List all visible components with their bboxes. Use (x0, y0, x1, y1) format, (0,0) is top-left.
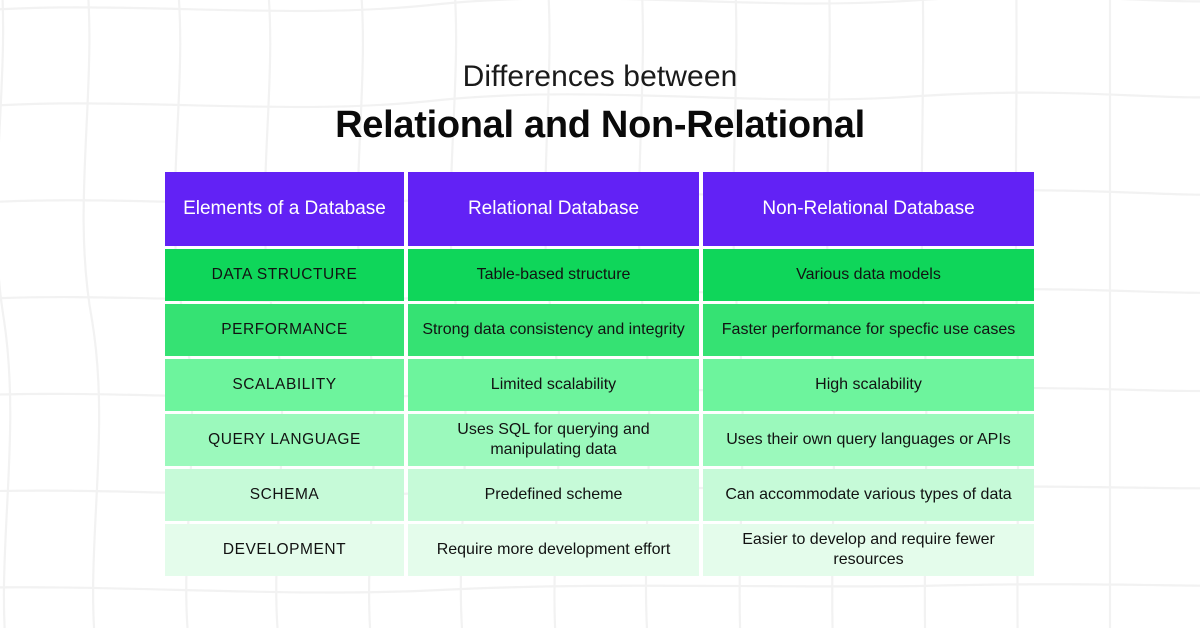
row-relational-query-language: Uses SQL for querying and manipulating d… (408, 414, 699, 466)
row-non-relational-data-structure: Various data models (703, 249, 1034, 301)
table-header-elements: Elements of a Database (165, 172, 404, 246)
comparison-table: Elements of a Database Relational Databa… (165, 172, 1034, 576)
table-row: SCHEMA Predefined scheme Can accommodate… (165, 469, 1034, 521)
row-label-data-structure: DATA STRUCTURE (165, 249, 404, 301)
table-row: PERFORMANCE Strong data consistency and … (165, 304, 1034, 356)
table-row: QUERY LANGUAGE Uses SQL for querying and… (165, 414, 1034, 466)
page-title: Differences between Relational and Non-R… (0, 58, 1200, 150)
table-row: SCALABILITY Limited scalability High sca… (165, 359, 1034, 411)
table-header-row: Elements of a Database Relational Databa… (165, 172, 1034, 246)
title-subtitle-line: Differences between (462, 60, 738, 93)
row-label-performance: PERFORMANCE (165, 304, 404, 356)
row-non-relational-development: Easier to develop and require fewer reso… (703, 524, 1034, 576)
table-header-relational: Relational Database (408, 172, 699, 246)
row-non-relational-schema: Can accommodate various types of data (703, 469, 1034, 521)
row-relational-performance: Strong data consistency and integrity (408, 304, 699, 356)
row-relational-schema: Predefined scheme (408, 469, 699, 521)
infographic-page: Differences between Relational and Non-R… (0, 0, 1200, 628)
table-row: DEVELOPMENT Require more development eff… (165, 524, 1034, 576)
row-non-relational-query-language: Uses their own query languages or APIs (703, 414, 1034, 466)
row-label-development: DEVELOPMENT (165, 524, 404, 576)
row-label-query-language: QUERY LANGUAGE (165, 414, 404, 466)
row-label-scalability: SCALABILITY (165, 359, 404, 411)
row-relational-data-structure: Table-based structure (408, 249, 699, 301)
title-main-line: Relational and Non-Relational (335, 103, 865, 146)
table-header-non-relational: Non-Relational Database (703, 172, 1034, 246)
row-relational-scalability: Limited scalability (408, 359, 699, 411)
row-label-schema: SCHEMA (165, 469, 404, 521)
row-relational-development: Require more development effort (408, 524, 699, 576)
row-non-relational-scalability: High scalability (703, 359, 1034, 411)
table-row: DATA STRUCTURE Table-based structure Var… (165, 249, 1034, 301)
row-non-relational-performance: Faster performance for specfic use cases (703, 304, 1034, 356)
